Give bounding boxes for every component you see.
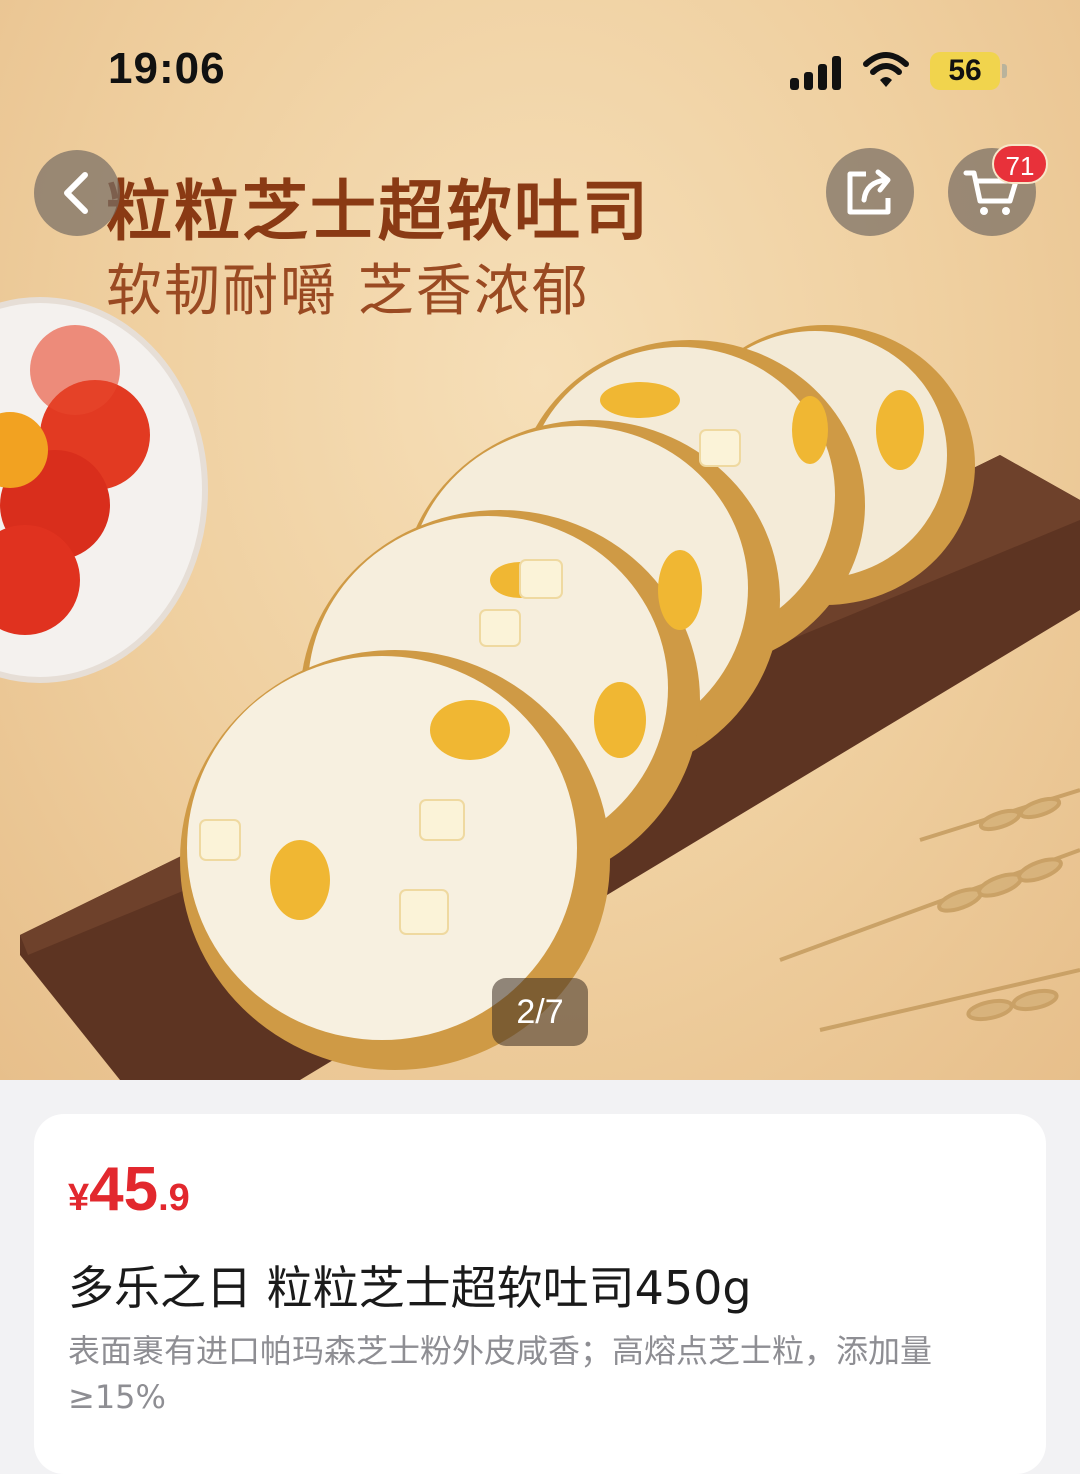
- share-icon: [847, 169, 891, 215]
- product-info-card: ¥45.9 多乐之日 粒粒芝士超软吐司450g 表面裹有进口帕玛森芝士粉外皮咸香…: [34, 1114, 1046, 1474]
- hero-subtitle: 软韧耐嚼 芝香浓郁: [106, 259, 590, 324]
- share-button[interactable]: [826, 148, 914, 236]
- wifi-icon: [862, 50, 910, 94]
- battery-icon: 56: [930, 52, 1000, 90]
- chevron-left-icon: [64, 172, 88, 214]
- back-button[interactable]: [34, 150, 120, 236]
- battery-cap: [1002, 64, 1007, 78]
- image-page-indicator: 2/7: [492, 978, 588, 1046]
- price-integer: 45: [89, 1155, 159, 1224]
- product-title: 多乐之日 粒粒芝士超软吐司450g: [68, 1261, 752, 1315]
- status-time: 19:06: [108, 44, 226, 93]
- product-price: ¥45.9: [68, 1154, 190, 1225]
- signal-icon: [790, 52, 846, 90]
- hero-title: 粒粒芝士超软吐司: [106, 173, 650, 250]
- product-image-carousel[interactable]: 粒粒芝士超软吐司 软韧耐嚼 芝香浓郁 2/7: [0, 0, 1080, 1080]
- product-description: 表面裹有进口帕玛森芝士粉外皮咸香；高熔点芝士粒，添加量≥15%: [68, 1332, 933, 1416]
- price-currency: ¥: [68, 1177, 90, 1219]
- price-decimal: .9: [158, 1177, 190, 1219]
- cart-count-badge: 71: [992, 144, 1048, 184]
